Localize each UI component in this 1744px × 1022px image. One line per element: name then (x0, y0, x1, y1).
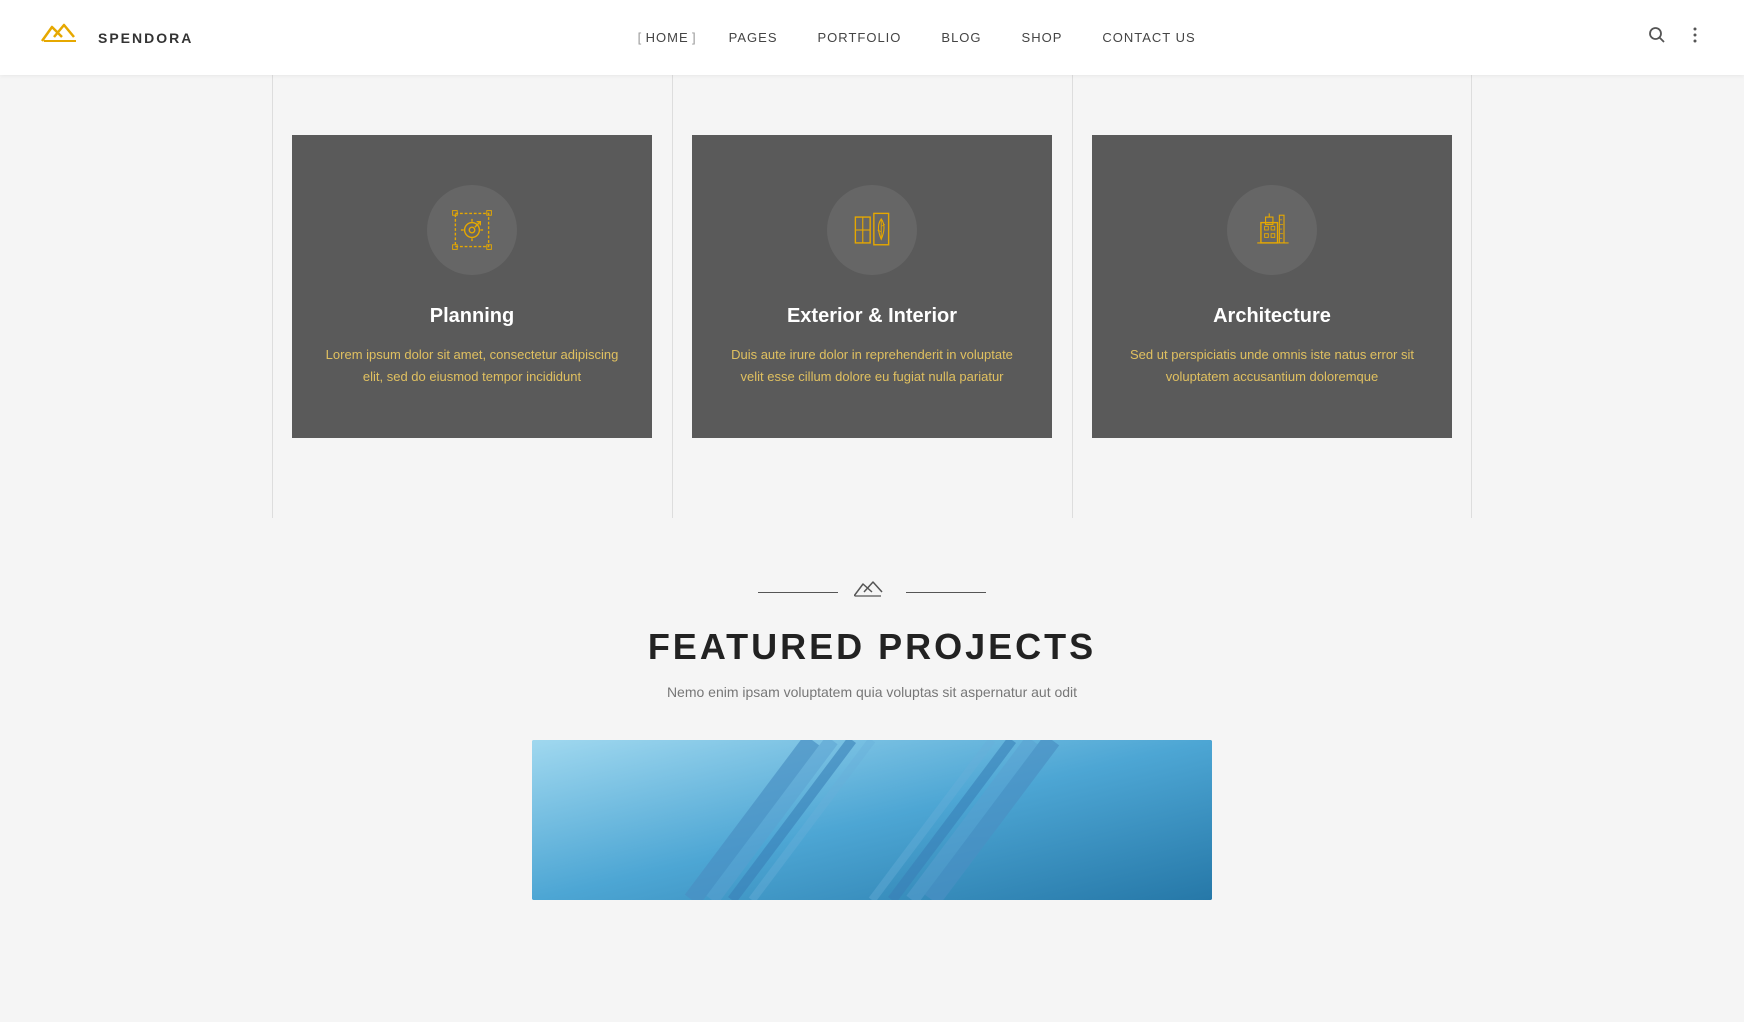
section-ornament (20, 578, 1724, 606)
featured-section: FEATURED PROJECTS Nemo enim ipsam volupt… (0, 518, 1744, 940)
nav-portfolio[interactable]: PORTFOLIO (818, 30, 902, 45)
nav-home[interactable]: HOME (646, 30, 689, 45)
nav-contact[interactable]: CONTACT US (1102, 30, 1195, 45)
service-card-architecture: Architecture Sed ut perspiciatis unde om… (1072, 115, 1472, 458)
services-section: Planning Lorem ipsum dolor sit amet, con… (0, 75, 1744, 518)
more-icon[interactable] (1686, 26, 1704, 49)
search-icon[interactable] (1648, 26, 1666, 49)
nav-blog[interactable]: BLOG (941, 30, 981, 45)
planning-desc: Lorem ipsum dolor sit amet, consectetur … (322, 344, 622, 388)
project-preview-image (532, 740, 1212, 900)
services-grid: Planning Lorem ipsum dolor sit amet, con… (272, 115, 1472, 458)
nav-pages[interactable]: PAGES (729, 30, 778, 45)
header-actions (1648, 26, 1704, 49)
main-content: Planning Lorem ipsum dolor sit amet, con… (0, 75, 1744, 940)
exterior-title: Exterior & Interior (787, 305, 957, 328)
exterior-desc: Duis aute irure dolor in reprehenderit i… (722, 344, 1022, 388)
ornament-house-icon (854, 578, 890, 606)
brand-name: SPENDORA (98, 30, 193, 46)
ornament-line-right (906, 592, 986, 593)
architecture-icon (1248, 206, 1296, 254)
service-card-exterior: Exterior & Interior Duis aute irure dolo… (672, 115, 1072, 458)
exterior-icon-circle (827, 185, 917, 275)
main-nav: HOME PAGES PORTFOLIO BLOG SHOP CONTACT U… (646, 30, 1196, 45)
logo-icon (40, 19, 88, 57)
ornament-line-left (758, 592, 838, 593)
exterior-icon (848, 206, 896, 254)
architecture-icon-circle (1227, 185, 1317, 275)
header: SPENDORA HOME PAGES PORTFOLIO BLOG SHOP … (0, 0, 1744, 75)
nav-shop[interactable]: SHOP (1022, 30, 1063, 45)
architecture-desc: Sed ut perspiciatis unde omnis iste natu… (1122, 344, 1422, 388)
architecture-title: Architecture (1213, 305, 1331, 328)
logo-area[interactable]: SPENDORA (40, 19, 193, 57)
planning-icon (448, 206, 496, 254)
planning-title: Planning (430, 305, 514, 328)
service-card-planning: Planning Lorem ipsum dolor sit amet, con… (272, 115, 672, 458)
planning-icon-circle (427, 185, 517, 275)
featured-projects-title: FEATURED PROJECTS (20, 626, 1724, 668)
featured-projects-subtitle: Nemo enim ipsam voluptatem quia voluptas… (20, 684, 1724, 700)
